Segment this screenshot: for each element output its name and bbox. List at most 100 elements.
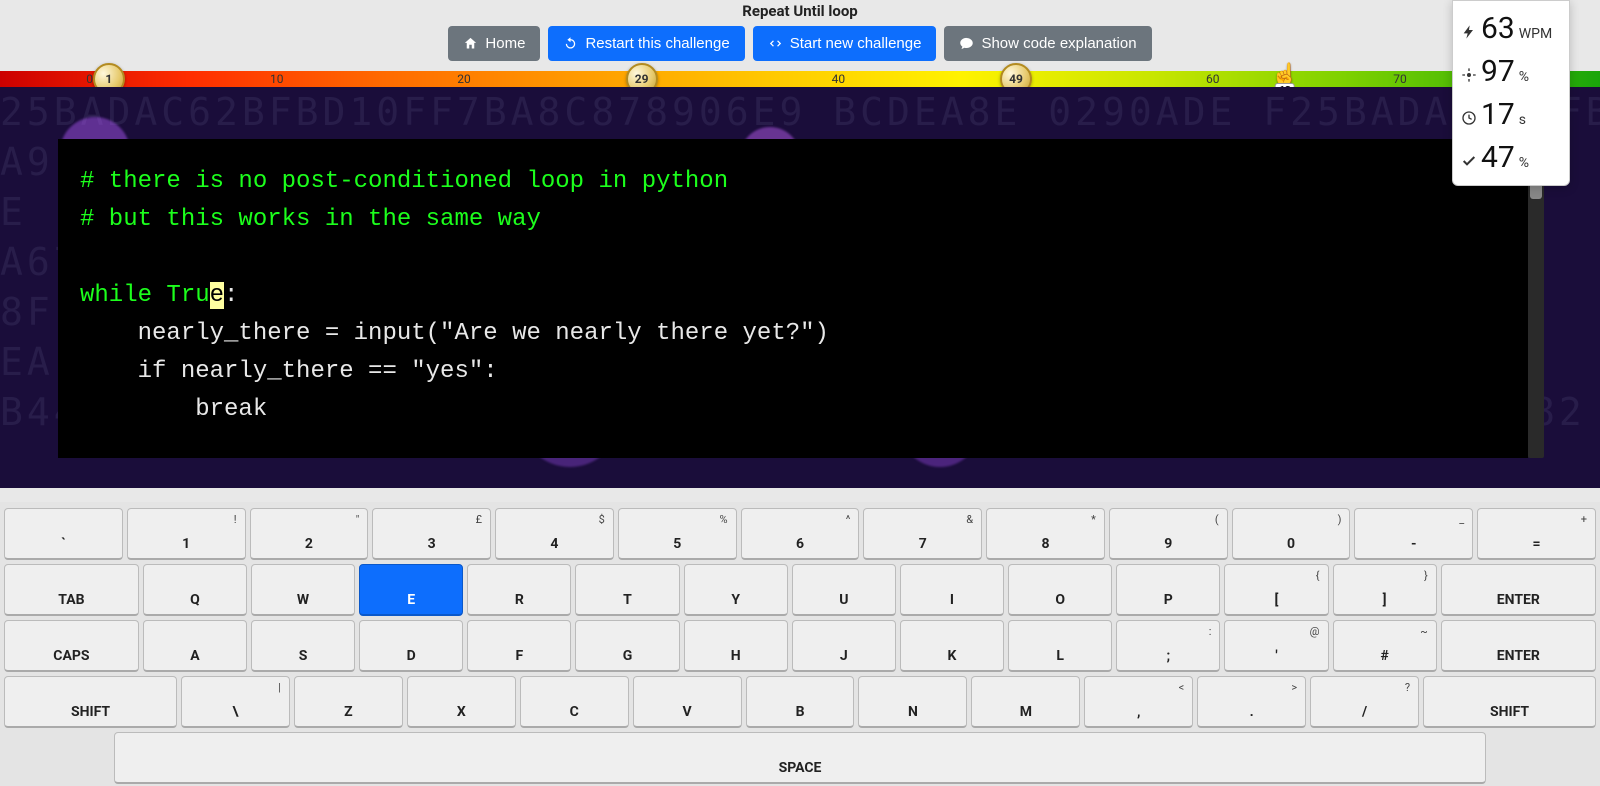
key-8[interactable]: 8* bbox=[986, 508, 1105, 560]
key-0[interactable]: 0) bbox=[1232, 508, 1351, 560]
key-1[interactable]: 1! bbox=[127, 508, 246, 560]
code-background: 25BADAC62BFBD10FF7BA8C878906E9 BCDEA8E 0… bbox=[0, 87, 1600, 488]
key-f[interactable]: F bbox=[467, 620, 571, 672]
target-icon bbox=[1461, 67, 1477, 83]
key-`[interactable]: ` bbox=[4, 508, 123, 560]
start-new-button[interactable]: Start new challenge bbox=[753, 26, 937, 61]
keyboard-row: SPACE bbox=[4, 732, 1596, 784]
keyboard-row: CAPSASDFGHJKL;:'@#~ENTER bbox=[4, 620, 1596, 672]
key-5[interactable]: 5% bbox=[618, 508, 737, 560]
key-/[interactable]: /? bbox=[1310, 676, 1419, 728]
key-'[interactable]: '@ bbox=[1224, 620, 1328, 672]
key-e[interactable]: E bbox=[359, 564, 463, 616]
key-9[interactable]: 9( bbox=[1109, 508, 1228, 560]
wpm-value: 63 bbox=[1481, 11, 1515, 46]
key-w[interactable]: W bbox=[251, 564, 355, 616]
code-editor[interactable]: # there is no post-conditioned loop in p… bbox=[58, 139, 1528, 458]
key-.[interactable]: .> bbox=[1197, 676, 1306, 728]
key-=[interactable]: =+ bbox=[1477, 508, 1596, 560]
tick-label: 40 bbox=[832, 72, 846, 86]
key-][interactable]: ]} bbox=[1333, 564, 1437, 616]
wpm-unit: WPM bbox=[1519, 26, 1552, 42]
key-#[interactable]: #~ bbox=[1333, 620, 1437, 672]
key-a[interactable]: A bbox=[143, 620, 247, 672]
tick-label: 60 bbox=[1206, 72, 1220, 86]
key-p[interactable]: P bbox=[1116, 564, 1220, 616]
key-o[interactable]: O bbox=[1008, 564, 1112, 616]
key-u[interactable]: U bbox=[792, 564, 896, 616]
key-t[interactable]: T bbox=[575, 564, 679, 616]
key-z[interactable]: Z bbox=[294, 676, 403, 728]
time-unit: s bbox=[1519, 112, 1526, 128]
accuracy-value: 97 bbox=[1481, 54, 1515, 89]
home-icon bbox=[463, 36, 478, 51]
key-2[interactable]: 2" bbox=[250, 508, 369, 560]
virtual-keyboard: `1!2"3£4$5%6^7&8*9(0)-_=+TABQWERTYUIOP[{… bbox=[0, 502, 1600, 786]
restart-label: Restart this challenge bbox=[585, 35, 729, 52]
scrollbar[interactable] bbox=[1528, 139, 1544, 458]
key-j[interactable]: J bbox=[792, 620, 896, 672]
key-c[interactable]: C bbox=[520, 676, 629, 728]
key-[[interactable]: [{ bbox=[1224, 564, 1328, 616]
key-g[interactable]: G bbox=[575, 620, 679, 672]
start-new-label: Start new challenge bbox=[790, 35, 922, 52]
key-tab[interactable]: TAB bbox=[4, 564, 139, 616]
key-i[interactable]: I bbox=[900, 564, 1004, 616]
key-s[interactable]: S bbox=[251, 620, 355, 672]
key--[interactable]: -_ bbox=[1354, 508, 1473, 560]
chars-unit: % bbox=[1519, 155, 1529, 171]
key-7[interactable]: 7& bbox=[863, 508, 982, 560]
restart-button[interactable]: Restart this challenge bbox=[548, 26, 744, 61]
header: Repeat Until loop Home Restart this chal… bbox=[0, 0, 1600, 71]
restart-icon bbox=[563, 36, 578, 51]
key-4[interactable]: 4$ bbox=[495, 508, 614, 560]
key-m[interactable]: M bbox=[971, 676, 1080, 728]
key-y[interactable]: Y bbox=[684, 564, 788, 616]
key-l[interactable]: L bbox=[1008, 620, 1112, 672]
key-shift[interactable]: SHIFT bbox=[4, 676, 177, 728]
typed-text: # there is no post-conditioned loop in p… bbox=[80, 168, 728, 309]
key-r[interactable]: R bbox=[467, 564, 571, 616]
key-x[interactable]: X bbox=[407, 676, 516, 728]
key-6[interactable]: 6^ bbox=[741, 508, 860, 560]
key-,[interactable]: ,< bbox=[1084, 676, 1193, 728]
key-v[interactable]: V bbox=[633, 676, 742, 728]
key-n[interactable]: N bbox=[858, 676, 967, 728]
page-title: Repeat Until loop bbox=[0, 2, 1600, 20]
toolbar: Home Restart this challenge Start new ch… bbox=[0, 26, 1600, 71]
keyboard-row: SHIFT\|ZXCVBNM,<.>/?SHIFT bbox=[4, 676, 1596, 728]
accuracy-unit: % bbox=[1519, 69, 1529, 85]
key-\[interactable]: \| bbox=[181, 676, 290, 728]
tick-label: 70 bbox=[1393, 72, 1407, 86]
stat-chars: 47 % bbox=[1461, 136, 1561, 179]
key-shift[interactable]: SHIFT bbox=[1423, 676, 1596, 728]
tick-label: 20 bbox=[457, 72, 471, 86]
key-caps[interactable]: CAPS bbox=[4, 620, 139, 672]
keyboard-row: TABQWERTYUIOP[{]}ENTER bbox=[4, 564, 1596, 616]
check-icon bbox=[1461, 153, 1477, 169]
home-button[interactable]: Home bbox=[448, 26, 540, 61]
comment-icon bbox=[959, 36, 974, 51]
tick-label: 10 bbox=[270, 72, 284, 86]
key-q[interactable]: Q bbox=[143, 564, 247, 616]
chars-value: 47 bbox=[1481, 140, 1515, 175]
stat-wpm: 63 WPM bbox=[1461, 7, 1561, 50]
explain-button[interactable]: Show code explanation bbox=[944, 26, 1151, 61]
explain-label: Show code explanation bbox=[981, 35, 1136, 52]
key-b[interactable]: B bbox=[746, 676, 855, 728]
key-enter[interactable]: ENTER bbox=[1441, 620, 1596, 672]
key-enter[interactable]: ENTER bbox=[1441, 564, 1596, 616]
key-3[interactable]: 3£ bbox=[372, 508, 491, 560]
key-d[interactable]: D bbox=[359, 620, 463, 672]
stat-time: 17 s bbox=[1461, 93, 1561, 136]
time-value: 17 bbox=[1481, 97, 1515, 132]
key-space[interactable]: SPACE bbox=[114, 732, 1486, 784]
key-;[interactable]: ;: bbox=[1116, 620, 1220, 672]
cursor-char: e bbox=[210, 282, 224, 309]
key-h[interactable]: H bbox=[684, 620, 788, 672]
keyboard-row: `1!2"3£4$5%6^7&8*9(0)-_=+ bbox=[4, 508, 1596, 560]
home-label: Home bbox=[485, 35, 525, 52]
clock-icon bbox=[1461, 110, 1477, 126]
key-k[interactable]: K bbox=[900, 620, 1004, 672]
speed-gradient: 01020304050607012949☝️63 bbox=[0, 71, 1600, 87]
